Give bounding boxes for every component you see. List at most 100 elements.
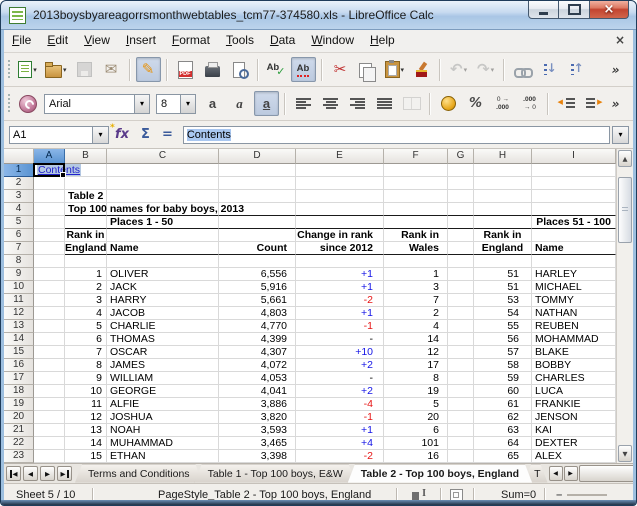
cell-B8[interactable] — [65, 255, 107, 268]
cell-H4[interactable] — [474, 203, 532, 216]
align-justify-icon[interactable] — [372, 91, 397, 116]
undo-dropdown-icon[interactable]: ▾ — [464, 66, 468, 74]
cell-I21[interactable]: KAI — [532, 424, 616, 437]
cell-E5[interactable] — [296, 216, 384, 229]
cell-I7[interactable]: Name — [532, 242, 616, 255]
cell-C8[interactable] — [107, 255, 219, 268]
cell-F4[interactable] — [384, 203, 448, 216]
cell-I4[interactable] — [532, 203, 616, 216]
cell-E16[interactable]: +2 — [296, 359, 384, 372]
cell-E14[interactable]: - — [296, 333, 384, 346]
align-left-icon[interactable] — [291, 91, 316, 116]
cell-H10[interactable]: 51 — [474, 281, 532, 294]
cell-C16[interactable]: JAMES — [107, 359, 219, 372]
cell-E1[interactable] — [296, 164, 384, 177]
row-header-7[interactable]: 7 — [4, 242, 34, 255]
cell-G16[interactable] — [448, 359, 474, 372]
cell-H7[interactable]: England — [474, 242, 532, 255]
cell-A11[interactable] — [34, 294, 65, 307]
sum-icon[interactable]: Σ — [141, 127, 150, 142]
redo-dropdown-icon[interactable]: ▾ — [491, 66, 495, 74]
cell-A5[interactable] — [34, 216, 65, 229]
menu-view[interactable]: View — [76, 30, 118, 50]
cell-I12[interactable]: NATHAN — [532, 307, 616, 320]
cell-E19[interactable]: -4 — [296, 398, 384, 411]
email-document-icon[interactable]: ✉ — [99, 57, 124, 82]
cell-H9[interactable]: 51 — [474, 268, 532, 281]
align-right-icon[interactable] — [345, 91, 370, 116]
cell-C1[interactable] — [107, 164, 219, 177]
menu-window[interactable]: Window — [303, 30, 362, 50]
new-document-dropdown-icon[interactable]: ▾ — [33, 66, 37, 74]
cell-A23[interactable] — [34, 450, 65, 463]
cell-C18[interactable]: GEORGE — [107, 385, 219, 398]
cell-B3[interactable]: Table 2 — [65, 190, 107, 203]
cell-H13[interactable]: 55 — [474, 320, 532, 333]
cell-B22[interactable]: 14 — [65, 437, 107, 450]
cell-H22[interactable]: 64 — [474, 437, 532, 450]
hyperlink-icon[interactable] — [510, 57, 535, 82]
cell-I5[interactable]: Places 51 - 100 — [532, 216, 616, 229]
italic-icon[interactable]: a — [227, 91, 252, 116]
cell-B14[interactable]: 6 — [65, 333, 107, 346]
cell-F15[interactable]: 12 — [384, 346, 448, 359]
next-sheet-icon[interactable]: ▶ — [40, 466, 55, 481]
cell-B19[interactable]: 11 — [65, 398, 107, 411]
row-header-4[interactable]: 4 — [4, 203, 34, 216]
cell-A22[interactable] — [34, 437, 65, 450]
cell-F21[interactable]: 6 — [384, 424, 448, 437]
cell-H6[interactable]: Rank in — [474, 229, 532, 242]
cell-C22[interactable]: MUHAMMAD — [107, 437, 219, 450]
zoom-slider[interactable] — [567, 494, 608, 496]
cell-E17[interactable]: - — [296, 372, 384, 385]
cell-I11[interactable]: TOMMY — [532, 294, 616, 307]
cell-D3[interactable] — [219, 190, 296, 203]
menu-data[interactable]: Data — [262, 30, 303, 50]
cell-F22[interactable]: 101 — [384, 437, 448, 450]
row-header-1[interactable]: 1 — [4, 164, 34, 177]
first-sheet-icon[interactable]: ◀ — [6, 466, 21, 481]
styles-icon[interactable] — [15, 91, 40, 116]
cell-D16[interactable]: 4,072 — [219, 359, 296, 372]
cell-A19[interactable] — [34, 398, 65, 411]
cell-G13[interactable] — [448, 320, 474, 333]
cell-C2[interactable] — [107, 177, 219, 190]
sheet-position[interactable]: Sheet 5 / 10 — [16, 489, 92, 501]
cell-D12[interactable]: 4,803 — [219, 307, 296, 320]
cell-I17[interactable]: CHARLES — [532, 372, 616, 385]
cell-F19[interactable]: 5 — [384, 398, 448, 411]
cell-D19[interactable]: 3,886 — [219, 398, 296, 411]
format-percent-icon[interactable]: % — [463, 91, 488, 116]
cell-G10[interactable] — [448, 281, 474, 294]
column-header-I[interactable]: I — [532, 149, 616, 164]
cell-G7[interactable] — [448, 242, 474, 255]
cell-G12[interactable] — [448, 307, 474, 320]
cell-I16[interactable]: BOBBY — [532, 359, 616, 372]
cell-D20[interactable]: 3,820 — [219, 411, 296, 424]
cell-H23[interactable]: 65 — [474, 450, 532, 463]
cell-H20[interactable]: 62 — [474, 411, 532, 424]
zoom-out-button[interactable]: – — [556, 489, 562, 501]
decrease-indent-icon[interactable] — [554, 91, 579, 116]
cell-F23[interactable]: 16 — [384, 450, 448, 463]
clone-formatting-icon[interactable] — [409, 57, 434, 82]
cell-B2[interactable] — [65, 177, 107, 190]
cell-E4[interactable] — [296, 203, 384, 216]
cell-B17[interactable]: 9 — [65, 372, 107, 385]
function-wizard-icon[interactable]: fx — [110, 123, 129, 142]
row-header-6[interactable]: 6 — [4, 229, 34, 242]
menu-edit[interactable]: Edit — [39, 30, 76, 50]
cell-D10[interactable]: 5,916 — [219, 281, 296, 294]
cell-C15[interactable]: OSCAR — [107, 346, 219, 359]
cell-H18[interactable]: 60 — [474, 385, 532, 398]
cell-C14[interactable]: THOMAS — [107, 333, 219, 346]
column-header-A[interactable]: A — [34, 149, 65, 164]
toolbar-overflow-icon[interactable]: » — [603, 91, 628, 116]
cell-A9[interactable] — [34, 268, 65, 281]
cell-E18[interactable]: +2 — [296, 385, 384, 398]
cell-I1[interactable] — [532, 164, 616, 177]
cell-H21[interactable]: 63 — [474, 424, 532, 437]
formula-icon[interactable]: = — [162, 127, 173, 142]
horizontal-scrollbar-thumb[interactable] — [578, 465, 633, 482]
cell-A10[interactable] — [34, 281, 65, 294]
